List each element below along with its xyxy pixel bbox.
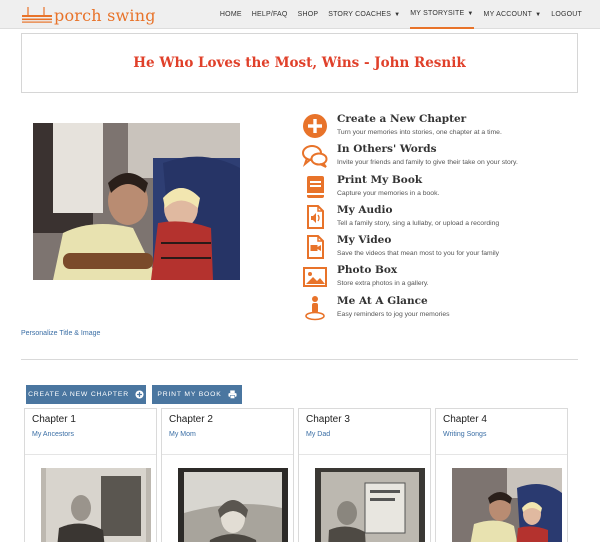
feature-me-at-a-glance[interactable]: Me At A Glance Easy reminders to jog you…: [302, 295, 582, 323]
feature-title: My Video: [337, 234, 392, 246]
plus-circle-icon: [135, 390, 144, 399]
chapter-title: Chapter 1: [32, 414, 76, 425]
audio-file-icon: [307, 205, 324, 229]
logo-text: porch swing: [54, 5, 156, 25]
chapter-title: Chapter 4: [443, 414, 487, 425]
feature-title: In Others' Words: [337, 143, 437, 155]
chevron-down-icon: ▼: [394, 11, 401, 18]
chapter-photo: [41, 468, 151, 542]
chapter-subtitle-link[interactable]: My Mom: [169, 431, 286, 438]
feature-desc: Easy reminders to jog your memories: [337, 311, 450, 318]
nav-story-coaches-label: STORY COACHES: [328, 11, 392, 18]
feature-my-video[interactable]: My Video Save the videos that mean most …: [302, 234, 582, 262]
chapter-card[interactable]: Chapter 4 Writing Songs: [435, 408, 568, 542]
feature-desc: Store extra photos in a gallery.: [337, 280, 429, 287]
nav-logout-label: LOGOUT: [551, 11, 582, 18]
plus-circle-icon: [303, 114, 327, 138]
chapter-card[interactable]: Chapter 1 My Ancestors: [24, 408, 157, 542]
feature-desc: Turn your memories into stories, one cha…: [337, 129, 502, 136]
chat-bubbles-icon: [302, 145, 328, 168]
feature-desc: Capture your memories in a book.: [337, 190, 440, 197]
nav-shop-label: SHOP: [297, 11, 319, 18]
feature-desc: Invite your friends and family to give t…: [337, 159, 518, 166]
nav-shop[interactable]: SHOP: [298, 0, 319, 29]
nav-home[interactable]: HOME: [220, 0, 242, 29]
page-title: He Who Loves the Most, Wins - John Resni…: [133, 55, 466, 71]
chapter-photo: [315, 468, 425, 542]
chapter-subtitle-link[interactable]: My Ancestors: [32, 431, 149, 438]
section-divider: [21, 359, 578, 360]
nav-help-label: HELP/FAQ: [251, 11, 288, 18]
chapter-card[interactable]: Chapter 3 My Dad: [298, 408, 431, 542]
video-file-icon: [307, 235, 324, 259]
nav-home-label: HOME: [219, 11, 242, 18]
porch-swing-logo[interactable]: porch swing: [22, 4, 156, 26]
chapter-title: Chapter 3: [306, 414, 350, 425]
chapter-card[interactable]: Chapter 2 My Mom: [161, 408, 294, 542]
feature-title: Me At A Glance: [337, 295, 428, 307]
nav-my-account-label: MY ACCOUNT: [483, 11, 533, 18]
feature-my-audio[interactable]: My Audio Tell a family story, sing a lul…: [302, 204, 582, 232]
nav-logout[interactable]: LOGOUT: [551, 0, 582, 29]
feature-title: Photo Box: [337, 264, 398, 276]
nav-help-faq[interactable]: HELP/FAQ: [252, 0, 288, 29]
swing-logo-icon: [22, 7, 52, 23]
nav-my-account[interactable]: MY ACCOUNT ▼: [484, 0, 542, 29]
create-chapter-label: CREATE A NEW CHAPTER: [28, 391, 129, 398]
nav-my-storysite[interactable]: MY STORYSITE ▼: [410, 0, 474, 29]
feature-desc: Tell a family story, sing a lullaby, or …: [337, 220, 500, 227]
chevron-down-icon: ▼: [467, 10, 474, 17]
person-pin-icon: [305, 296, 325, 321]
feature-others-words[interactable]: In Others' Words Invite your friends and…: [302, 143, 582, 171]
chapter-subtitle-link[interactable]: Writing Songs: [443, 431, 560, 438]
print-book-label: PRINT MY BOOK: [157, 391, 222, 398]
personalize-title-image-link[interactable]: Personalize Title & Image: [21, 330, 100, 337]
cover-photo: [33, 123, 240, 280]
chevron-down-icon: ▼: [535, 11, 542, 18]
feature-title: My Audio: [337, 204, 393, 216]
book-icon: [307, 176, 324, 198]
feature-print-book[interactable]: Print My Book Capture your memories in a…: [302, 174, 582, 202]
feature-desc: Save the videos that mean most to you fo…: [337, 250, 500, 257]
photo-icon: [303, 267, 327, 287]
nav-my-storysite-label: MY STORYSITE: [410, 10, 465, 17]
chapter-title: Chapter 2: [169, 414, 213, 425]
feature-photo-box[interactable]: Photo Box Store extra photos in a galler…: [302, 264, 582, 292]
chapter-photo: [452, 468, 562, 542]
feature-title: Print My Book: [337, 174, 423, 186]
create-new-chapter-button[interactable]: CREATE A NEW CHAPTER: [26, 385, 146, 404]
feature-title: Create a New Chapter: [337, 113, 467, 125]
top-nav: porch swing HOME HELP/FAQ SHOP STORY COA…: [0, 0, 600, 29]
nav-story-coaches[interactable]: STORY COACHES ▼: [328, 0, 400, 29]
chapter-photo: [178, 468, 288, 542]
feature-create-chapter[interactable]: Create a New Chapter Turn your memories …: [302, 113, 582, 141]
print-my-book-button[interactable]: PRINT MY BOOK: [152, 385, 242, 404]
chapter-subtitle-link[interactable]: My Dad: [306, 431, 423, 438]
story-title-box: He Who Loves the Most, Wins - John Resni…: [21, 33, 578, 93]
printer-icon: [228, 390, 237, 399]
